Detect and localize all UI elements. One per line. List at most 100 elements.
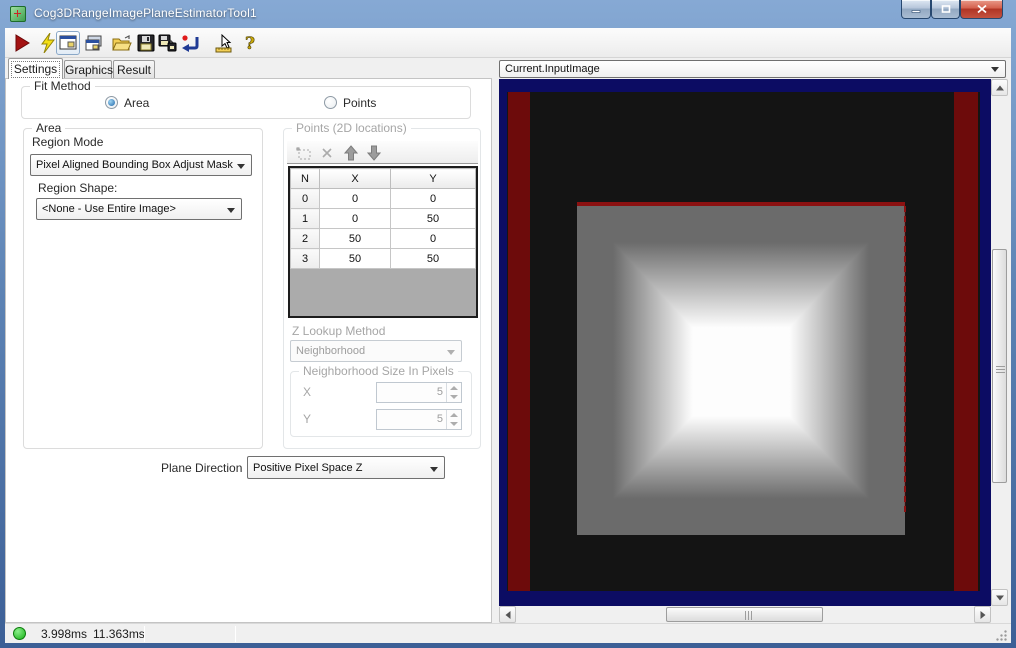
image-display[interactable] xyxy=(499,79,1008,623)
cell-y: 0 xyxy=(390,228,476,249)
float-pane-icon xyxy=(85,35,102,50)
neighborhood-group-label: Neighborhood Size In Pixels xyxy=(299,364,458,378)
row-index: 1 xyxy=(290,208,320,229)
neighborhood-size-group: Neighborhood Size In Pixels X 5 Y 5 xyxy=(290,364,472,437)
lightning-icon xyxy=(41,33,56,53)
help-button[interactable]: ? xyxy=(238,31,262,55)
region-mode-select[interactable]: Pixel Aligned Bounding Box Adjust Mask xyxy=(30,154,252,176)
red-top-edge xyxy=(577,202,905,206)
tab-graphics[interactable]: Graphics xyxy=(64,60,114,78)
move-down-icon xyxy=(367,145,381,161)
region-mode-label: Region Mode xyxy=(32,135,104,149)
area-group: Area Region Mode Pixel Aligned Bounding … xyxy=(23,121,263,449)
minimize-button[interactable] xyxy=(901,0,931,19)
chevron-down-icon xyxy=(237,164,245,169)
red-bar-right xyxy=(954,92,978,591)
neighborhood-x-value: 5 xyxy=(436,386,443,398)
fit-method-group: Fit Method Area Points xyxy=(21,79,471,119)
tab-graphics-label: Graphics xyxy=(65,63,114,77)
points-toolstrip xyxy=(287,141,478,164)
save-button[interactable] xyxy=(134,31,158,55)
area-group-label: Area xyxy=(32,121,66,135)
neighborhood-y-value: 5 xyxy=(436,413,443,425)
maximize-button[interactable] xyxy=(931,0,960,19)
cell-y: 0 xyxy=(390,188,476,209)
plane-direction-select[interactable]: Positive Pixel Space Z xyxy=(247,456,445,479)
fit-method-area-radio[interactable] xyxy=(105,96,118,109)
tab-result-label: Result xyxy=(116,63,151,77)
row-index: 2 xyxy=(290,228,320,249)
spin-down-icon xyxy=(450,395,458,399)
title-bar[interactable]: Cog3DRangeImagePlaneEstimatorTool1 xyxy=(0,0,1016,28)
cell-x: 50 xyxy=(319,228,391,249)
fit-method-group-label: Fit Method xyxy=(30,79,95,93)
cell-x: 0 xyxy=(319,208,391,229)
move-up-button xyxy=(341,143,361,163)
settings-tab-page: Fit Method Area Points Area Region Mode … xyxy=(5,78,492,623)
chevron-down-icon xyxy=(991,67,999,72)
gray-square xyxy=(577,202,906,535)
cell-x: 50 xyxy=(319,248,391,269)
spinner-buttons xyxy=(446,383,461,402)
col-header-y: Y xyxy=(390,168,476,189)
status-separator xyxy=(144,626,145,642)
chevron-down-icon xyxy=(447,350,455,355)
arrow-left-icon xyxy=(505,610,510,619)
spinner-buttons xyxy=(446,410,461,429)
total-time: 11.363ms xyxy=(93,627,145,641)
run-icon xyxy=(15,34,30,52)
open-button[interactable] xyxy=(110,31,134,55)
scroll-left-button[interactable] xyxy=(499,606,516,623)
status-bar: 3.998ms 11.363ms xyxy=(5,623,1011,643)
help-icon: ? xyxy=(245,34,256,53)
chevron-down-icon xyxy=(430,467,438,472)
points-table-header: N X Y xyxy=(290,168,476,189)
neighborhood-y-spinner: 5 xyxy=(376,409,462,430)
open-folder-icon xyxy=(112,34,132,50)
fit-method-area-label: Area xyxy=(124,96,150,110)
image-panel: Current.InputImage xyxy=(497,60,1008,623)
delete-point-button xyxy=(317,143,337,163)
scrollbar-corner xyxy=(991,606,1008,623)
arrow-right-icon xyxy=(980,610,985,619)
image-pane-icon xyxy=(59,35,77,50)
z-lookup-label: Z Lookup Method xyxy=(292,324,386,338)
float-image-pane-button[interactable] xyxy=(82,31,106,55)
image-source-select[interactable]: Current.InputImage xyxy=(499,60,1006,78)
cell-y: 50 xyxy=(390,248,476,269)
move-down-button xyxy=(364,143,384,163)
close-button[interactable] xyxy=(960,0,1003,19)
vertical-scrollbar[interactable] xyxy=(991,79,1008,606)
reset-icon xyxy=(182,35,199,52)
app-icon xyxy=(10,6,26,22)
scroll-down-button[interactable] xyxy=(991,589,1008,606)
spin-up-icon xyxy=(450,386,458,390)
z-lookup-value: Neighborhood xyxy=(296,345,366,357)
show-image-pane-button[interactable] xyxy=(56,31,80,55)
tab-result[interactable]: Result xyxy=(113,60,155,78)
minimize-icon xyxy=(911,10,921,13)
svg-text:?: ? xyxy=(245,34,255,53)
maximize-icon xyxy=(941,5,950,13)
points-group-label: Points (2D locations) xyxy=(292,121,411,135)
horizontal-scroll-thumb[interactable] xyxy=(666,607,823,622)
range-image xyxy=(507,92,980,591)
spin-up-icon xyxy=(450,413,458,417)
reset-button[interactable] xyxy=(178,31,202,55)
run-button[interactable] xyxy=(10,31,34,55)
scroll-up-button[interactable] xyxy=(991,79,1008,96)
col-header-n: N xyxy=(290,168,320,189)
table-row: 3 50 50 xyxy=(290,248,476,269)
save-as-button[interactable] xyxy=(156,31,180,55)
fit-method-points-radio[interactable] xyxy=(324,96,337,109)
vertical-scroll-thumb[interactable] xyxy=(992,249,1007,483)
tab-settings[interactable]: Settings xyxy=(8,58,63,79)
horizontal-scrollbar[interactable] xyxy=(499,606,991,623)
save-icon xyxy=(137,34,155,52)
region-shape-label: Region Shape: xyxy=(38,181,118,195)
image-viewport[interactable] xyxy=(499,79,991,606)
region-shape-select[interactable]: <None - Use Entire Image> xyxy=(36,198,242,220)
position-tool-button[interactable] xyxy=(212,31,236,55)
resize-grip[interactable] xyxy=(995,629,1007,641)
scroll-right-button[interactable] xyxy=(974,606,991,623)
